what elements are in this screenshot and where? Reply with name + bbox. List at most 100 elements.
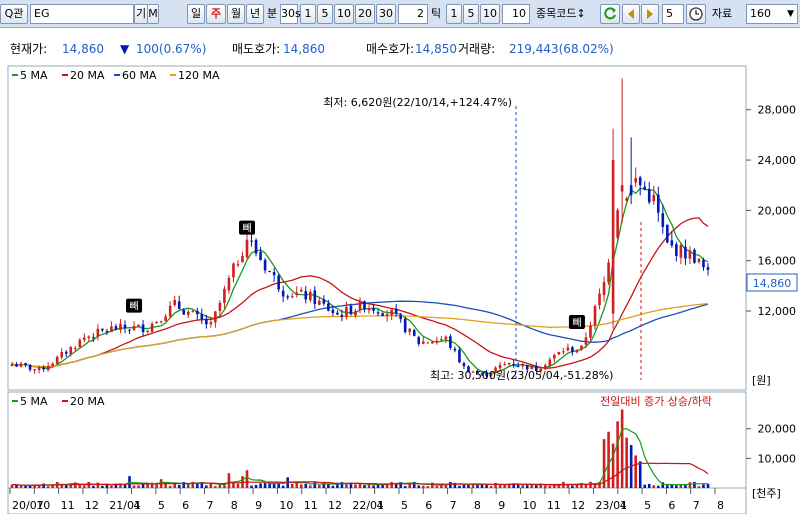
- candle-body: [28, 364, 32, 370]
- date-tick-label: 5: [401, 499, 408, 512]
- volume-bar: [137, 485, 140, 488]
- candle-body: [571, 347, 574, 352]
- period-week-button[interactable]: 주: [206, 4, 226, 24]
- candle-body: [602, 282, 606, 296]
- data-label: 자료: [711, 7, 733, 20]
- date-tick-label: 12: [328, 499, 342, 512]
- candle-body: [394, 308, 398, 314]
- volume-bar: [521, 485, 525, 488]
- volume-bar: [652, 485, 656, 488]
- volume-bar: [177, 484, 181, 488]
- candle-body: [205, 319, 208, 325]
- search-button[interactable]: Q관: [0, 4, 28, 24]
- volume-bar: [666, 485, 669, 488]
- volume-tick-label: 10,000: [758, 452, 797, 465]
- min-30-button[interactable]: 30: [376, 4, 396, 24]
- period-year-button[interactable]: 년: [246, 4, 264, 24]
- gi-button[interactable]: 기: [134, 4, 148, 24]
- volume-bar: [390, 482, 393, 488]
- volume-bar: [403, 486, 407, 488]
- candle-body: [666, 224, 669, 243]
- data-count-select[interactable]: 160 ▼: [746, 4, 798, 24]
- min-1-button[interactable]: 1: [300, 4, 316, 24]
- volume-bar: [363, 485, 366, 488]
- candle-body: [304, 291, 308, 300]
- volume-bar: [367, 484, 371, 488]
- candle-body: [101, 328, 104, 331]
- volume-bar: [543, 485, 547, 488]
- volume-bar: [503, 485, 506, 488]
- volume-bar: [46, 486, 50, 488]
- candle-body: [403, 318, 407, 333]
- candle-body: [286, 296, 289, 298]
- candle-body: [19, 363, 23, 367]
- price-unit: [원]: [752, 374, 771, 387]
- candle-body: [661, 213, 665, 227]
- volume-unit: [천주]: [752, 486, 781, 500]
- candle-body: [417, 336, 421, 344]
- candle-body: [209, 322, 213, 325]
- candle-body: [223, 288, 226, 303]
- volume-bar: [625, 437, 628, 488]
- legend-ma60: 60 MA: [122, 69, 157, 82]
- candle-body: [331, 309, 335, 314]
- volume-bar: [358, 483, 362, 488]
- candle-body: [263, 260, 267, 271]
- stock-code-input[interactable]: EG: [30, 4, 134, 24]
- tick-input[interactable]: 10: [502, 4, 530, 24]
- count-input[interactable]: 5: [662, 4, 684, 24]
- tick-count-input[interactable]: 2: [398, 4, 428, 24]
- price-tick-label: 12,000: [758, 305, 797, 318]
- candle-body: [327, 303, 330, 311]
- code-setting-label[interactable]: 종목코드↕: [536, 5, 596, 23]
- candle-body: [507, 362, 511, 365]
- candle-body: [123, 324, 127, 329]
- candle-body: [512, 363, 515, 366]
- candle-body: [51, 363, 54, 366]
- tick-1-button[interactable]: 1: [446, 4, 462, 24]
- volume-bar: [697, 486, 701, 488]
- candle-body: [629, 185, 633, 196]
- min-20-button[interactable]: 20: [355, 4, 375, 24]
- candle-body: [503, 364, 506, 366]
- volume-bar: [584, 485, 588, 488]
- date-tick-label: 6: [182, 499, 189, 512]
- candle-body: [173, 300, 177, 306]
- volume-label: 거래량:: [458, 42, 496, 56]
- minute-select[interactable]: 30s: [280, 4, 301, 24]
- candle-body: [607, 262, 610, 283]
- date-tick-label: 4: [620, 499, 627, 512]
- volume-bar: [548, 486, 552, 488]
- candle-body: [426, 342, 430, 344]
- period-day-button[interactable]: 일: [187, 4, 205, 24]
- m-button[interactable]: M: [147, 4, 159, 24]
- volume-bar: [78, 485, 82, 488]
- candle-body: [390, 309, 393, 316]
- candle-body: [69, 346, 73, 355]
- tick-10-button[interactable]: 10: [480, 4, 500, 24]
- volume-bar: [426, 486, 430, 488]
- volume-bar: [308, 485, 312, 488]
- volume-bar: [435, 486, 439, 488]
- candle-body: [164, 316, 167, 322]
- bid-label: 매수호가:: [366, 42, 415, 56]
- candle-body: [620, 185, 624, 192]
- tick-5-button[interactable]: 5: [463, 4, 479, 24]
- candle-body: [281, 290, 285, 297]
- date-tick-label: 8: [717, 499, 724, 512]
- next-icon[interactable]: [641, 4, 659, 24]
- min-10-button[interactable]: 10: [334, 4, 354, 24]
- candle-body: [37, 367, 41, 370]
- volume-bar: [571, 485, 574, 488]
- volume-bar: [96, 482, 100, 488]
- min-5-button[interactable]: 5: [317, 4, 333, 24]
- candle-body: [308, 291, 312, 301]
- clock-icon[interactable]: [686, 4, 706, 24]
- refresh-icon[interactable]: [600, 4, 620, 24]
- period-month-button[interactable]: 월: [227, 4, 245, 24]
- prev-icon[interactable]: [622, 4, 640, 24]
- candle-body: [146, 330, 149, 333]
- candle-body: [186, 311, 190, 315]
- candle-body: [96, 328, 100, 337]
- date-tick-label: 12: [571, 499, 585, 512]
